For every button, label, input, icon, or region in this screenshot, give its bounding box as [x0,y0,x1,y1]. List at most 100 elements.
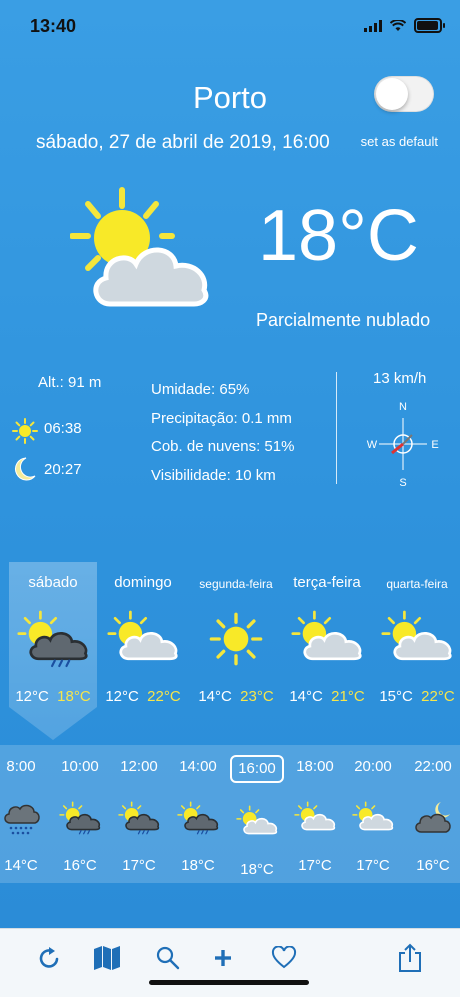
add-button[interactable] [207,942,239,974]
hour-temp: 18°C [181,857,215,874]
moon-icon [15,457,36,481]
hour-temp: 14°C [4,857,38,874]
wind-compass-icon: N S W E [367,401,439,489]
day-forecast[interactable]: quarta-feira 15°C 22°C [371,574,460,705]
day-forecast[interactable]: segunda-feira 14°C 23°C [190,574,282,705]
partly-cloudy-icon [291,610,362,661]
day-min: 12°C [15,688,49,705]
status-bar-time: 13:40 [30,16,77,36]
sun-cloud-rain-icon [59,801,101,835]
visibility: Visibilidade: 10 km [151,466,276,484]
hour-forecast[interactable]: 14:00 18°C [169,755,227,874]
moon-cloud-icon [415,802,451,833]
day-name: segunda-feira [199,577,273,591]
compass-n: N [399,401,407,413]
day-icon-wrap [190,604,282,674]
day-min: 12°C [105,688,139,705]
hour-temp: 16°C [416,857,450,874]
partly-cloudy-icon [381,610,452,661]
favorite-icon [271,946,297,969]
search-button[interactable] [152,942,184,974]
default-toggle[interactable] [374,76,434,112]
map-button[interactable] [91,942,123,974]
rain-partly-cloudy-icon [17,610,88,668]
hour-forecast[interactable]: 20:00 17°C [344,755,402,874]
day-min: 14°C [289,688,323,705]
sun-icon [209,612,263,666]
compass-w: W [367,439,378,451]
current-condition: Parcialmente nublado [256,310,431,330]
day-forecast[interactable]: terça-feira 14°C 21°C [281,574,373,705]
status-bar-icons [364,18,445,33]
cloud-cover: Cob. de nuvens: 51% [151,438,295,455]
humidity: Umidade: 65% [151,381,250,398]
hour-forecast[interactable]: 8:00 14°C [0,755,50,874]
divider [336,372,337,484]
hour-time: 14:00 [179,758,217,775]
hour-temp: 16°C [63,857,97,874]
day-temps: 12°C 22°C [97,688,189,705]
sun-cloud-rain-icon [177,801,219,835]
search-icon [156,946,180,970]
precipitation: Precipitação: 0.1 mm [151,409,292,427]
partly-cloudy-icon [352,801,394,831]
partly-cloudy-icon [294,801,336,831]
cloud-drizzle-icon [4,804,40,835]
refresh-icon [39,947,59,968]
day-temps: 12°C 18°C [7,688,99,705]
date-time: sábado, 27 de abril de 2019, 16:00 [36,132,330,153]
map-icon [94,946,120,970]
day-name: quarta-feira [386,577,448,591]
day-forecast[interactable]: domingo 12°C 22°C [97,574,189,705]
weather-details: Umidade: 65% Precipitação: 0.1 mm Cob. d… [151,376,294,490]
favorite-button[interactable] [268,942,300,974]
partly-cloudy-icon [70,187,209,307]
day-name: domingo [114,574,172,591]
day-max: 22°C [147,688,181,705]
hour-temp: 17°C [356,857,390,874]
hour-icon-wrap [404,791,460,845]
hour-time: 16:00 [230,755,284,783]
day-min: 15°C [379,688,413,705]
hour-forecast[interactable]: 16:00 18°C [228,755,286,878]
day-min: 14°C [198,688,232,705]
partly-cloudy-icon [107,610,178,661]
refresh-button[interactable] [33,942,65,974]
day-max: 21°C [331,688,365,705]
compass-e: E [431,439,438,451]
day-forecast[interactable]: sábado 12°C 18°C [7,574,99,705]
day-name: sábado [28,574,78,591]
hour-forecast[interactable]: 10:00 16°C [51,755,109,874]
sunrise-sun-icon [12,418,38,444]
battery-icon [414,18,445,33]
wind-speed: 13 km/h [373,370,427,387]
sunrise-time: 06:38 [44,420,82,437]
hour-time: 8:00 [6,758,36,775]
day-max: 22°C [421,688,455,705]
hour-forecast[interactable]: 22:00 16°C [404,755,460,874]
hour-icon-wrap [344,791,402,845]
hour-temp: 18°C [240,861,274,878]
day-name: terça-feira [293,574,361,591]
day-max: 23°C [240,688,274,705]
hour-icon-wrap [0,791,50,845]
hour-forecast[interactable]: 18:00 17°C [286,755,344,874]
day-temps: 14°C 21°C [281,688,373,705]
day-max: 18°C [57,688,91,705]
hour-forecast[interactable]: 12:00 17°C [110,755,168,874]
hour-icon-wrap [228,795,286,849]
hour-time: 12:00 [120,758,158,775]
day-temps: 14°C 23°C [190,688,282,705]
hour-time: 10:00 [61,758,99,775]
sun-cloud-rain-icon [118,801,160,835]
sunset-time: 20:27 [44,461,82,478]
hour-temp: 17°C [298,857,332,874]
toggle-knob [376,78,408,110]
hour-time: 22:00 [414,758,452,775]
add-icon [215,950,231,966]
hour-time: 18:00 [296,758,334,775]
home-indicator [149,980,309,985]
hour-temp: 17°C [122,857,156,874]
share-button[interactable] [394,942,426,974]
signal-icon [364,19,382,32]
